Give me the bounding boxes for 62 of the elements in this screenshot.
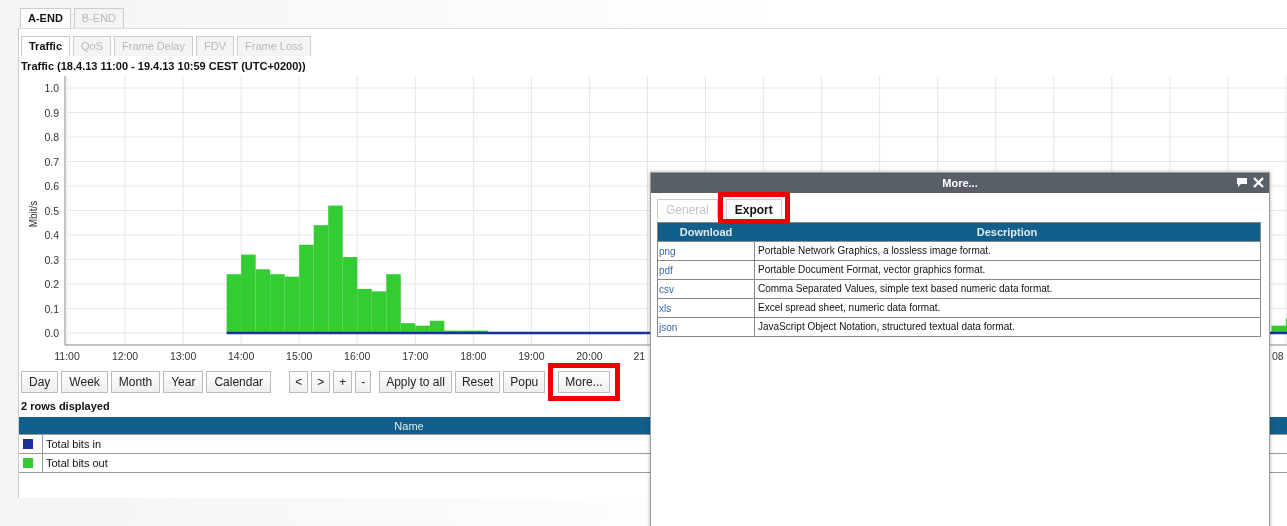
y-axis-label: Mbit/s	[28, 200, 39, 228]
x-tick-label: 08	[1272, 350, 1284, 362]
action-button[interactable]: More...	[558, 371, 610, 393]
y-tick-label: 0.4	[44, 229, 59, 241]
chart-title: Traffic (18.4.13 11:00 - 19.4.13 10:59 CEST (UTC+0200))	[20, 60, 307, 74]
end-tab[interactable]: A-END	[20, 8, 71, 28]
series-name: Total bits in	[42, 435, 102, 453]
format-description: Comma Separated Values, simple text based numeric data format.	[754, 280, 1260, 298]
column-header: Description	[975, 226, 1039, 238]
format-description: Portable Document Format, vector graphics format.	[754, 261, 1260, 279]
column-header: Name	[393, 419, 425, 432]
dialog-title: More...	[942, 177, 978, 189]
download-link[interactable]: png	[658, 245, 754, 257]
format-description: Portable Network Graphics, a lossless image format.	[754, 242, 1260, 260]
rows-count: 2 rows displayed	[21, 400, 111, 412]
range-button[interactable]: Day	[21, 371, 59, 393]
view-tab[interactable]: Traffic	[21, 36, 70, 56]
download-link[interactable]: json	[658, 321, 754, 333]
x-tick-label: 12:00	[111, 350, 139, 362]
x-tick-label: 16:00	[344, 350, 371, 362]
format-description: JavaScript Object Notation, structured textual data format.	[754, 318, 1260, 336]
action-button[interactable]: Reset	[454, 371, 501, 393]
action-button[interactable]: Apply to all	[379, 371, 452, 393]
comment-icon[interactable]	[1236, 176, 1248, 188]
download-link[interactable]: csv	[658, 283, 754, 295]
x-tick-label: 15:00	[286, 350, 313, 362]
x-tick-label: 21	[633, 350, 646, 362]
y-tick-label: 0.6	[44, 180, 59, 192]
y-tick-label: 0.0	[44, 327, 59, 339]
x-tick-label: 18:00	[460, 350, 487, 362]
y-tick-label: 0.8	[44, 131, 59, 143]
y-tick-label: 0.3	[44, 253, 59, 266]
range-button[interactable]: Week	[61, 371, 108, 393]
x-tick-label: 17:00	[402, 350, 429, 362]
series-name: Total bits out	[42, 454, 108, 472]
close-icon[interactable]	[1252, 176, 1265, 189]
nav-button[interactable]: >	[311, 371, 331, 393]
x-tick-label: 11:00	[54, 350, 80, 362]
download-link[interactable]: xls	[658, 302, 754, 314]
traffic-bar	[270, 274, 285, 333]
y-tick-label: 0.9	[44, 106, 59, 119]
nav-button[interactable]: +	[333, 371, 353, 393]
dialog-tab[interactable]: Export	[725, 199, 782, 219]
nav-button[interactable]: <	[289, 371, 309, 393]
x-tick-label: 14:00	[228, 350, 255, 362]
download-link[interactable]: pdf	[658, 264, 754, 276]
range-button[interactable]: Calendar	[206, 371, 272, 393]
y-tick-label: 1.0	[44, 82, 59, 94]
x-tick-label: 20:00	[576, 350, 603, 362]
range-button[interactable]: Year	[163, 371, 204, 393]
y-tick-label: 0.1	[44, 302, 59, 315]
range-button[interactable]: Month	[110, 371, 161, 393]
column-header: Download	[678, 226, 734, 238]
x-tick-label: 19:00	[518, 350, 545, 362]
y-tick-label: 0.5	[44, 204, 59, 217]
action-button[interactable]: Popu	[503, 371, 546, 393]
format-description: Excel spread sheet, numeric data format.	[754, 299, 1260, 317]
y-tick-label: 0.2	[44, 278, 59, 290]
nav-button[interactable]: -	[355, 371, 372, 393]
x-tick-label: 13:00	[169, 350, 197, 362]
y-tick-label: 0.7	[44, 155, 59, 168]
traffic-bar	[226, 274, 242, 333]
